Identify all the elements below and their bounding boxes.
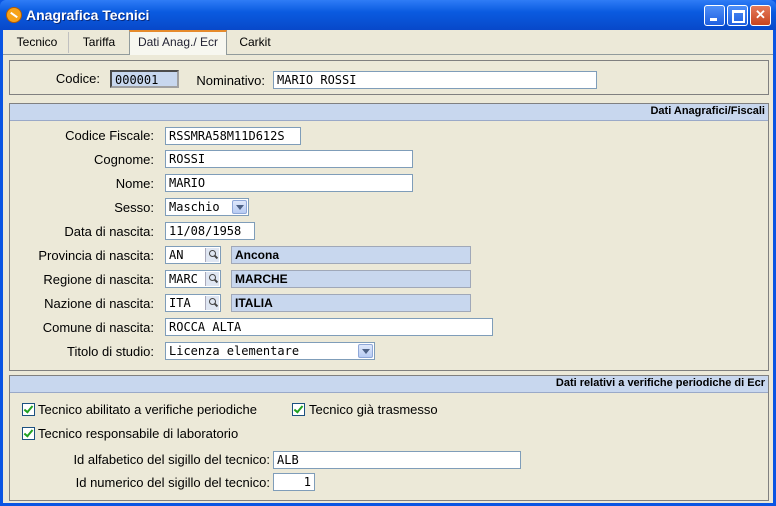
sesso-value: Maschio (169, 200, 220, 214)
ecr-header: Dati relativi a verifiche periodiche di … (10, 376, 768, 393)
cognome-field[interactable]: ROSSI (165, 150, 413, 168)
codice-field[interactable]: 000001 (110, 70, 179, 88)
maximize-button[interactable] (727, 5, 748, 26)
id-alfa-field[interactable]: ALB (273, 451, 521, 469)
minimize-button[interactable] (704, 5, 725, 26)
provincia-code-field[interactable]: AN (165, 246, 221, 264)
title-bar[interactable]: Anagrafica Tecnici (0, 0, 776, 30)
regione-code: MARC (169, 272, 198, 286)
nome-field[interactable]: MARIO (165, 174, 413, 192)
id-num-field[interactable]: 1 (273, 473, 315, 491)
tab-dati-anag-ecr[interactable]: Dati Anag./ Ecr (129, 30, 227, 55)
regione-description: MARCHE (231, 270, 471, 288)
search-icon[interactable] (205, 248, 219, 262)
regione-label: Regione di nascita: (43, 272, 154, 287)
search-icon[interactable] (205, 296, 219, 310)
tab-tecnico[interactable]: Tecnico (6, 32, 69, 53)
nazione-code-field[interactable]: ITA (165, 294, 221, 312)
comune-field[interactable]: ROCCA ALTA (165, 318, 493, 336)
data-nascita-label: Data di nascita: (64, 224, 154, 239)
responsabile-label[interactable]: Tecnico responsabile di laboratorio (38, 426, 238, 441)
codice-fiscale-label: Codice Fiscale: (65, 128, 154, 143)
codice-label: Codice: (55, 71, 100, 86)
provincia-code: AN (169, 248, 184, 262)
search-icon[interactable] (205, 272, 219, 286)
chevron-down-icon[interactable] (232, 200, 247, 214)
titolo-studio-select[interactable]: Licenza elementare (165, 342, 375, 360)
nome-label: Nome: (115, 176, 154, 191)
ecr-panel: Dati relativi a verifiche periodiche di … (9, 375, 769, 501)
tab-strip: Tecnico Tariffa Dati Anag./ Ecr Carkit (3, 30, 773, 55)
anagrafica-title: Dati Anagrafici/Fiscali (650, 105, 765, 117)
anagrafica-header: Dati Anagrafici/Fiscali (10, 104, 768, 121)
sesso-select[interactable]: Maschio (165, 198, 249, 216)
header-panel: Codice: 000001 Nominativo: MARIO ROSSI (9, 60, 769, 95)
app-window: Anagrafica Tecnici Tecnico Tariffa Dati … (0, 0, 776, 506)
window-client: Tecnico Tariffa Dati Anag./ Ecr Carkit C… (3, 30, 773, 503)
abilitato-checkbox[interactable] (22, 403, 35, 416)
nazione-code: ITA (169, 296, 191, 310)
anagrafica-panel: Dati Anagrafici/Fiscali Codice Fiscale: … (9, 103, 769, 371)
ecr-title: Dati relativi a verifiche periodiche di … (555, 377, 765, 389)
comune-label: Comune di nascita: (42, 320, 154, 335)
cognome-label: Cognome: (94, 152, 154, 167)
data-nascita-field[interactable]: 11/08/1958 (165, 222, 255, 240)
regione-code-field[interactable]: MARC (165, 270, 221, 288)
nazione-description: ITALIA (231, 294, 471, 312)
tab-carkit[interactable]: Carkit (227, 32, 283, 53)
sesso-label: Sesso: (114, 200, 154, 215)
trasmesso-checkbox[interactable] (292, 403, 305, 416)
nazione-label: Nazione di nascita: (44, 296, 154, 311)
titolo-studio-label: Titolo di studio: (67, 344, 154, 359)
titolo-studio-value: Licenza elementare (169, 344, 300, 358)
codice-fiscale-field[interactable]: RSSMRA58M11D612S (165, 127, 301, 145)
app-icon[interactable] (6, 7, 22, 23)
close-button[interactable] (750, 5, 771, 26)
id-num-label: Id numerico del sigillo del tecnico: (75, 475, 270, 490)
id-alfa-label: Id alfabetico del sigillo del tecnico: (73, 452, 270, 467)
provincia-label: Provincia di nascita: (38, 248, 154, 263)
chevron-down-icon[interactable] (358, 344, 373, 358)
nominativo-field[interactable]: MARIO ROSSI (273, 71, 597, 89)
abilitato-label[interactable]: Tecnico abilitato a verifiche periodiche (38, 402, 257, 417)
tab-tariffa[interactable]: Tariffa (69, 32, 130, 53)
trasmesso-label[interactable]: Tecnico già trasmesso (309, 402, 438, 417)
window-title: Anagrafica Tecnici (26, 7, 150, 23)
responsabile-checkbox[interactable] (22, 427, 35, 440)
provincia-description: Ancona (231, 246, 471, 264)
nominativo-label: Nominativo: (196, 73, 265, 88)
